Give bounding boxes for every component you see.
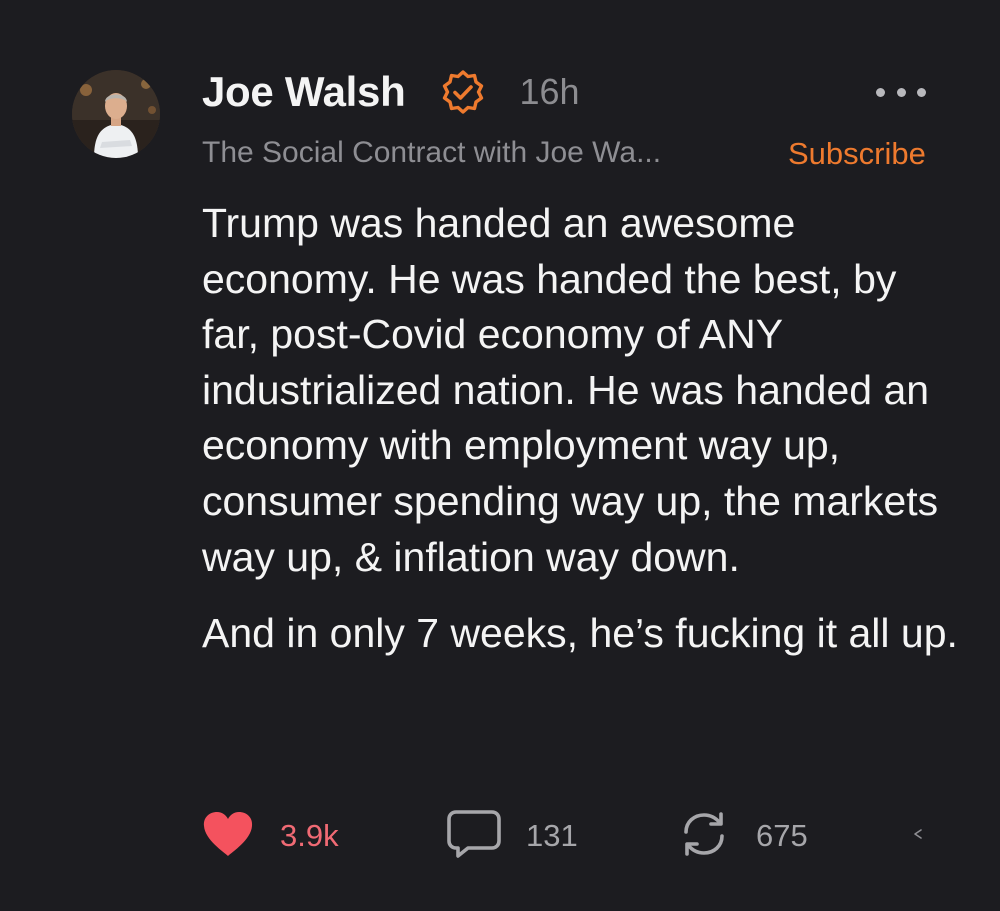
post-actions: 3.9k 131 675 [0, 806, 1000, 866]
avatar-photo [72, 70, 160, 158]
more-options-button[interactable] [876, 80, 926, 104]
post-body: Trump was handed an awesome economy. He … [202, 196, 962, 662]
more-dots-icon [896, 87, 906, 97]
more-dots-icon [876, 87, 885, 97]
comment-bubble-icon [446, 808, 502, 865]
like-count: 3.9k [280, 818, 339, 853]
like-button[interactable]: 3.9k [202, 806, 339, 866]
post-header: Joe Walsh 16h [202, 66, 580, 118]
author-name[interactable]: Joe Walsh [202, 68, 406, 116]
comment-button[interactable]: 131 [446, 806, 578, 866]
heart-icon [202, 811, 254, 862]
restack-button[interactable]: 675 [678, 806, 808, 866]
post-paragraph: And in only 7 weeks, he’s fucking it all… [202, 610, 958, 657]
author-avatar[interactable] [72, 70, 160, 158]
share-arrow-icon [912, 827, 924, 845]
comment-count: 131 [526, 818, 578, 853]
share-button[interactable] [906, 824, 930, 848]
publication-name[interactable]: The Social Contract with Joe Wa... [202, 136, 661, 170]
post-paragraph: Trump was handed an awesome economy. He … [202, 200, 939, 580]
post-card: Joe Walsh 16h The Social Contract with J… [0, 0, 1000, 911]
restack-arrows-icon [678, 808, 730, 865]
restack-count: 675 [756, 818, 808, 853]
verified-check-icon [441, 70, 485, 114]
more-dots-icon [917, 87, 926, 97]
subscribe-button[interactable]: Subscribe [788, 136, 926, 172]
post-timestamp: 16h [519, 71, 580, 112]
